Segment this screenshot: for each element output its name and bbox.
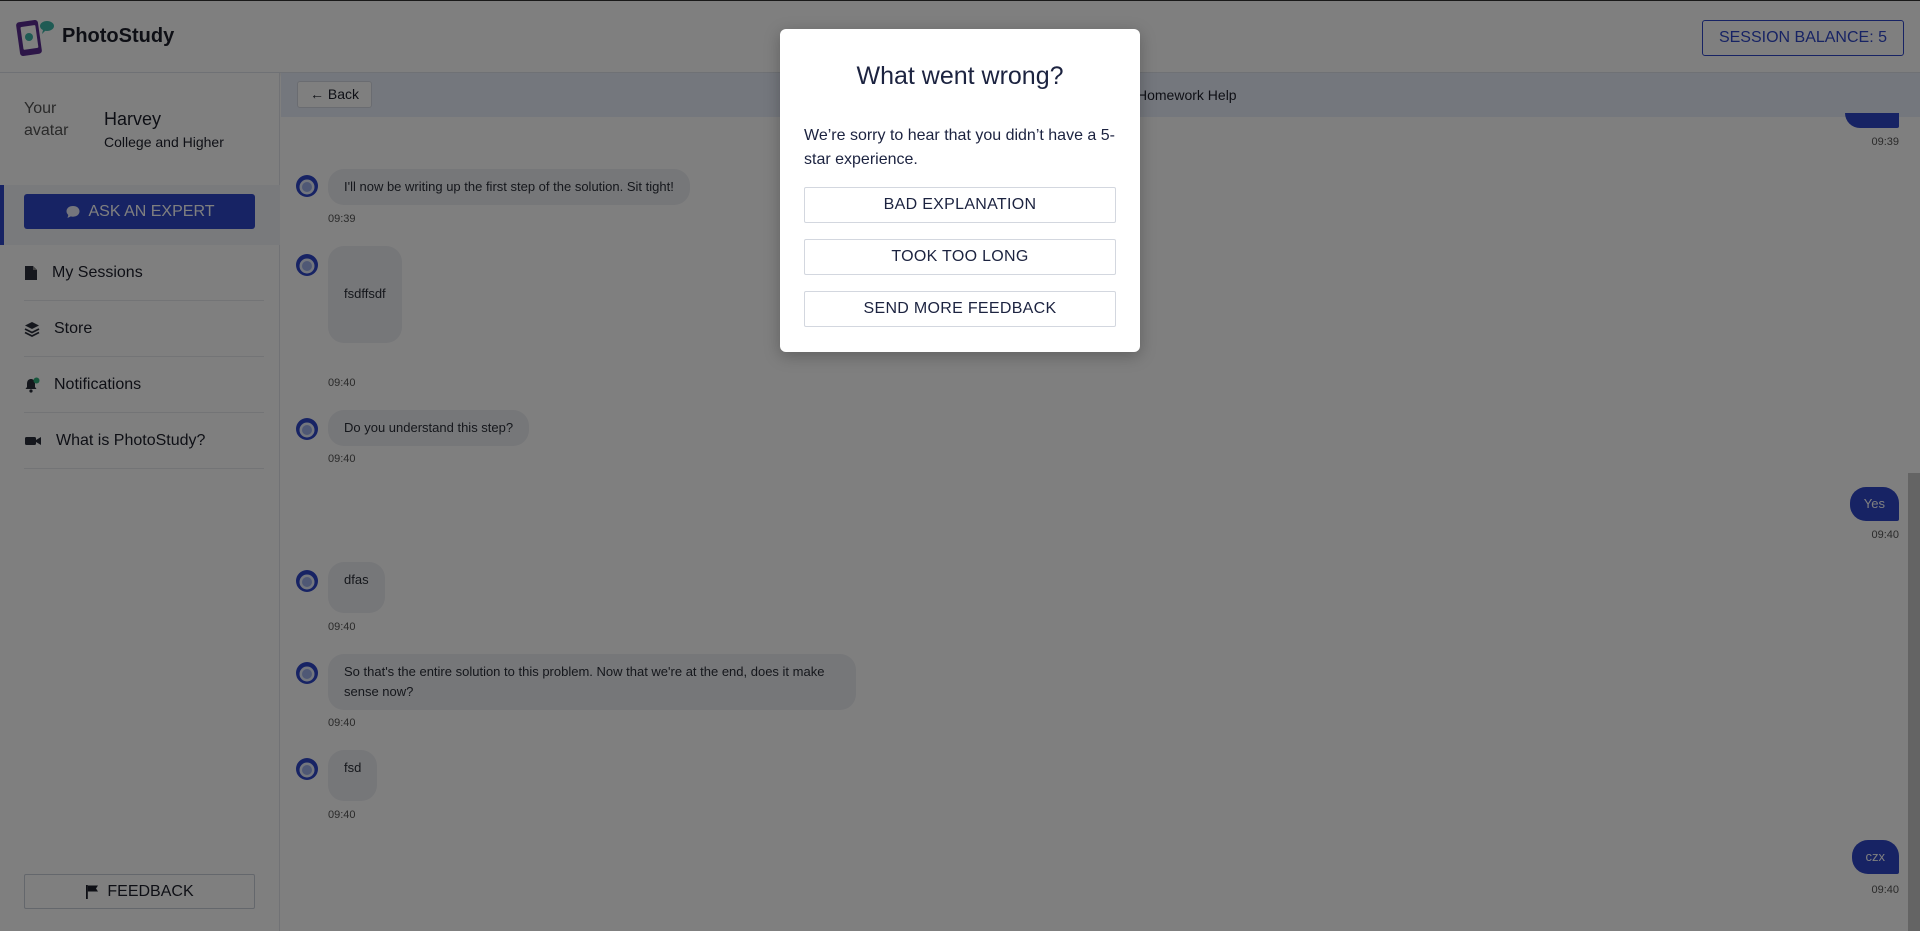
modal-message: We’re sorry to hear that you didn’t have…	[804, 127, 1115, 168]
feedback-modal: What went wrong? We’re sorry to hear tha…	[780, 29, 1140, 352]
took-too-long-button[interactable]: TOOK TOO LONG	[804, 239, 1116, 275]
modal-title: What went wrong?	[856, 62, 1064, 90]
bad-explanation-button[interactable]: BAD EXPLANATION	[804, 187, 1116, 223]
send-more-feedback-button[interactable]: SEND MORE FEEDBACK	[804, 291, 1116, 327]
